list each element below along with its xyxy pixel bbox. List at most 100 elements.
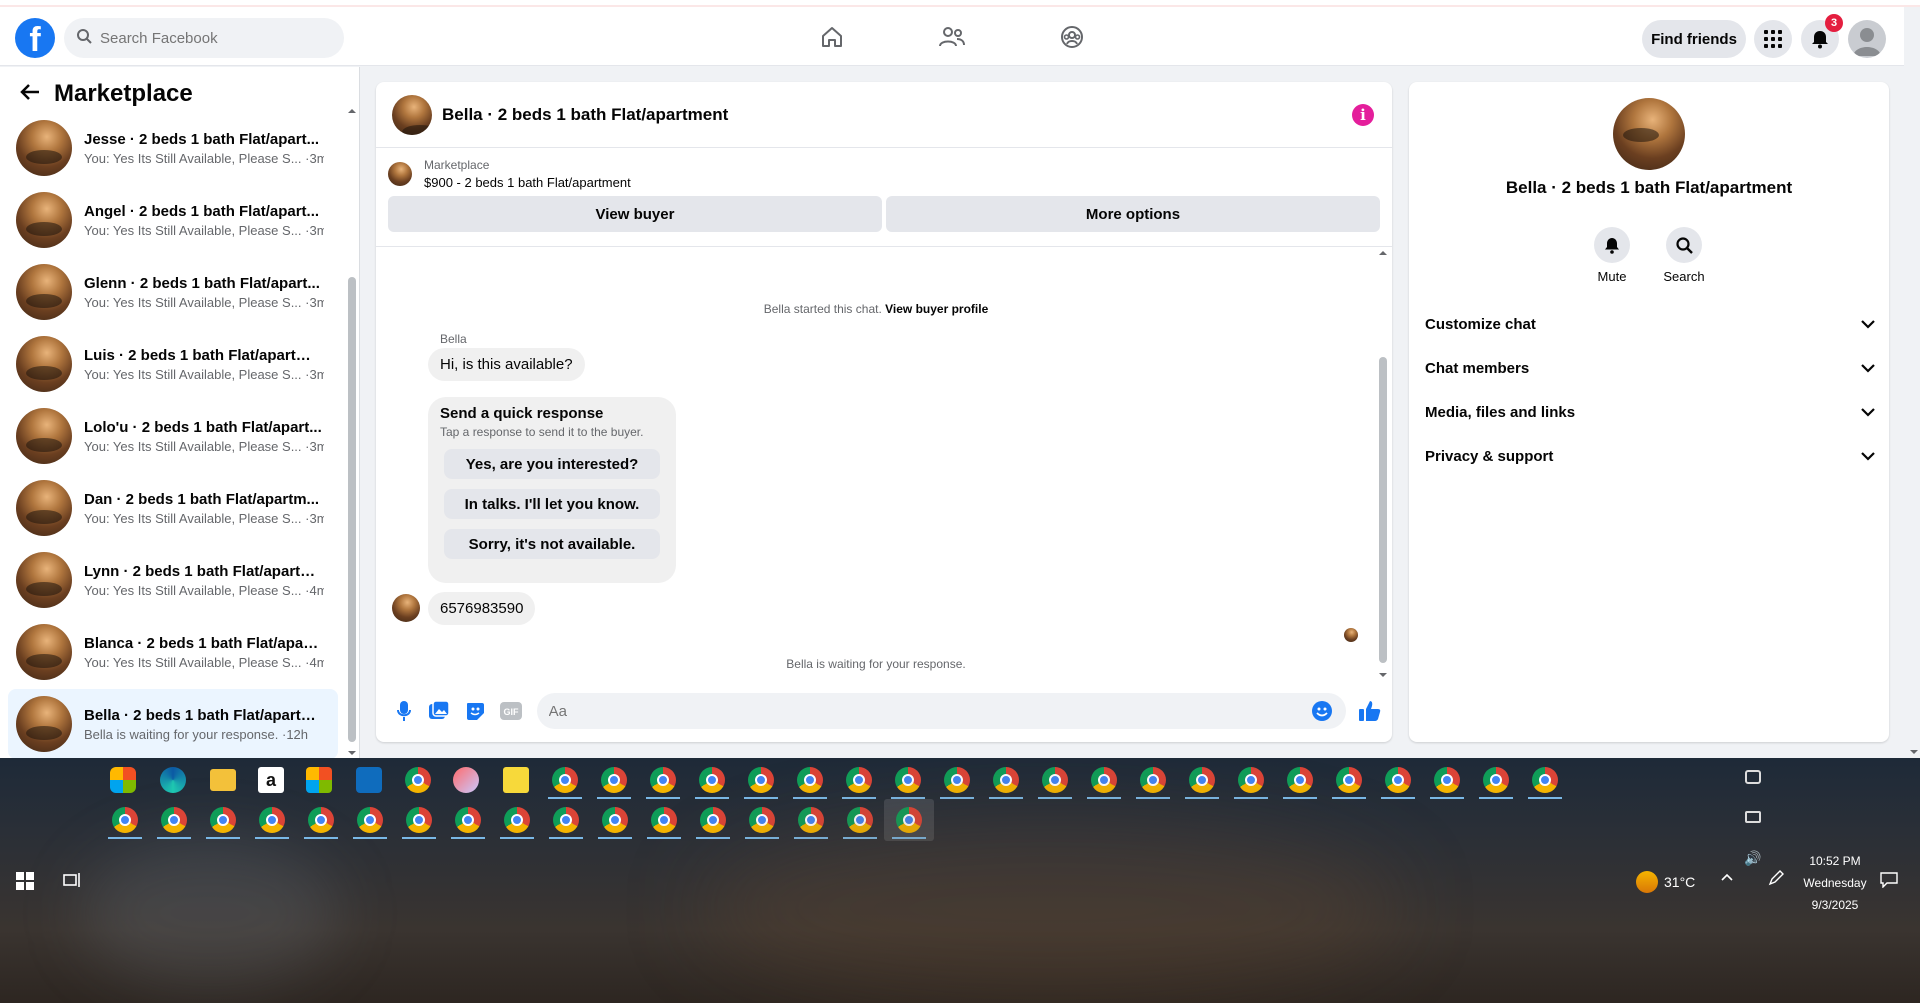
conversation-item[interactable]: Dan · 2 beds 1 bath Flat/apartm... You: Y… — [8, 473, 338, 543]
chrome-profile-icon[interactable] — [1483, 767, 1509, 793]
task-view-icon[interactable] — [63, 872, 81, 891]
chevron-up-icon[interactable] — [1720, 870, 1734, 887]
facebook-logo[interactable]: f — [15, 18, 55, 58]
chat-title[interactable]: Bella · 2 beds 1 bath Flat/apartment — [442, 105, 728, 125]
conversation-item[interactable]: Luis · 2 beds 1 bath Flat/apartme... You:… — [8, 329, 338, 399]
chrome-profile-icon[interactable] — [1336, 767, 1362, 793]
view-buyer-button[interactable]: View buyer — [388, 196, 882, 232]
photo-icon[interactable] — [426, 697, 454, 725]
chrome-profile-icon[interactable] — [455, 807, 481, 833]
profile-avatar[interactable] — [1848, 20, 1886, 58]
chrome-profile-icon[interactable] — [1532, 767, 1558, 793]
quick-response-option[interactable]: Yes, are you interested? — [444, 449, 660, 479]
chrome-profile-icon[interactable] — [700, 807, 726, 833]
chrome-profile-icon[interactable] — [1091, 767, 1117, 793]
message-bubble[interactable]: Hi, is this available? — [428, 348, 585, 381]
home-icon[interactable] — [812, 17, 852, 57]
details-avatar[interactable] — [1613, 98, 1685, 170]
search-chat-button[interactable]: Search — [1654, 227, 1714, 284]
conversation-item[interactable]: Glenn · 2 beds 1 bath Flat/apart... You: … — [8, 257, 338, 327]
meet-now-icon[interactable] — [1745, 770, 1761, 784]
outlook-icon[interactable] — [356, 767, 382, 793]
quick-response-option[interactable]: Sorry, it's not available. — [444, 529, 660, 559]
emoji-icon[interactable] — [1312, 701, 1333, 725]
chrome-profile-icon[interactable] — [1189, 767, 1215, 793]
scroll-up-icon[interactable] — [348, 107, 356, 115]
listing-info[interactable]: Marketplace $900 - 2 beds 1 bath Flat/ap… — [376, 148, 1392, 196]
chat-avatar[interactable] — [392, 94, 432, 135]
gif-icon[interactable]: GIF — [497, 697, 525, 725]
find-friends-button[interactable]: Find friends — [1642, 20, 1746, 58]
conversation-item[interactable]: Lolo'u · 2 beds 1 bath Flat/apart... You:… — [8, 401, 338, 471]
chrome-profile-icon[interactable] — [1287, 767, 1313, 793]
chrome-profile-icon[interactable] — [993, 767, 1019, 793]
conversation-item[interactable]: Blanca · 2 beds 1 bath Flat/apart... You:… — [8, 617, 338, 687]
edge-icon[interactable] — [160, 767, 186, 793]
more-options-button[interactable]: More options — [886, 196, 1380, 232]
chrome-profile-icon[interactable] — [1042, 767, 1068, 793]
chrome-profile-icon[interactable] — [259, 807, 285, 833]
message-input-box[interactable] — [536, 693, 1347, 729]
chrome-profile-icon[interactable] — [602, 807, 628, 833]
chrome-profile-icon[interactable] — [210, 807, 236, 833]
store-icon[interactable] — [306, 767, 332, 793]
chrome-profile-icon[interactable] — [504, 807, 530, 833]
app-icon[interactable] — [453, 767, 479, 793]
amazon-icon[interactable]: a — [258, 767, 284, 793]
scroll-down-icon[interactable] — [1379, 671, 1387, 679]
message-input[interactable] — [548, 702, 1309, 720]
conversation-item[interactable]: Jesse · 2 beds 1 bath Flat/apart... You: … — [8, 113, 338, 183]
quick-response-option[interactable]: In talks. I'll let you know. — [444, 489, 660, 519]
chrome-profile-icon[interactable] — [1434, 767, 1460, 793]
chrome-icon[interactable] — [405, 767, 431, 793]
volume-icon[interactable]: 🔊 — [1744, 850, 1761, 867]
chrome-profile-icon[interactable] — [650, 767, 676, 793]
friends-icon[interactable] — [932, 17, 972, 57]
scroll-down-icon[interactable] — [348, 749, 356, 757]
page-scrollbar[interactable] — [1908, 58, 1920, 758]
chrome-profile-icon[interactable] — [406, 807, 432, 833]
chrome-profile-icon[interactable] — [553, 807, 579, 833]
chrome-profile-icon[interactable] — [846, 767, 872, 793]
chrome-profile-icon[interactable] — [601, 767, 627, 793]
scroll-up-icon[interactable] — [1379, 249, 1387, 257]
sidebar-scrollbar[interactable] — [348, 107, 356, 757]
display-icon[interactable] — [1745, 811, 1761, 823]
weather-icon[interactable] — [1636, 871, 1658, 893]
file-explorer-icon[interactable] — [210, 769, 236, 791]
clock[interactable]: 10:52 PM Wednesday 9/3/2025 — [1790, 850, 1880, 916]
chrome-profile-icon[interactable] — [112, 807, 138, 833]
chrome-profile-icon[interactable] — [749, 807, 775, 833]
conversation-item[interactable]: Angel · 2 beds 1 bath Flat/apart... You: … — [8, 185, 338, 255]
search-box[interactable] — [64, 18, 344, 58]
view-buyer-profile-link[interactable]: View buyer profile — [885, 302, 988, 316]
chrome-profile-icon[interactable] — [1238, 767, 1264, 793]
search-input[interactable] — [100, 29, 320, 47]
conversation-item[interactable]: Lynn · 2 beds 1 bath Flat/apartm... You: … — [8, 545, 338, 615]
chrome-profile-icon[interactable] — [847, 807, 873, 833]
conversation-item-active[interactable]: Bella · 2 beds 1 bath Flat/apartm... Bell… — [8, 689, 338, 758]
sticker-icon[interactable] — [461, 697, 489, 725]
copilot-icon[interactable] — [110, 767, 136, 793]
notification-center-icon[interactable] — [1880, 872, 1898, 891]
scroll-down-icon[interactable] — [1910, 748, 1918, 756]
privacy-support-section[interactable]: Privacy & support — [1425, 436, 1875, 476]
info-icon[interactable]: i — [1352, 104, 1374, 126]
chat-members-section[interactable]: Chat members — [1425, 348, 1875, 388]
chrome-profile-icon[interactable] — [1385, 767, 1411, 793]
chrome-profile-icon[interactable] — [357, 807, 383, 833]
windows-start-icon[interactable] — [16, 872, 34, 893]
chrome-profile-icon[interactable] — [944, 767, 970, 793]
media-files-links-section[interactable]: Media, files and links — [1425, 392, 1875, 432]
customize-chat-section[interactable]: Customize chat — [1425, 304, 1875, 344]
chrome-profile-icon[interactable] — [308, 807, 334, 833]
weather-temp[interactable]: 31°C — [1664, 874, 1695, 890]
chrome-profile-icon[interactable] — [699, 767, 725, 793]
back-arrow-icon[interactable] — [20, 83, 40, 105]
chrome-profile-icon[interactable] — [552, 767, 578, 793]
chrome-profile-icon[interactable] — [1140, 767, 1166, 793]
chrome-profile-icon[interactable] — [748, 767, 774, 793]
scrollbar-thumb[interactable] — [1379, 357, 1387, 663]
chrome-profile-icon[interactable] — [651, 807, 677, 833]
microphone-icon[interactable] — [390, 697, 418, 725]
